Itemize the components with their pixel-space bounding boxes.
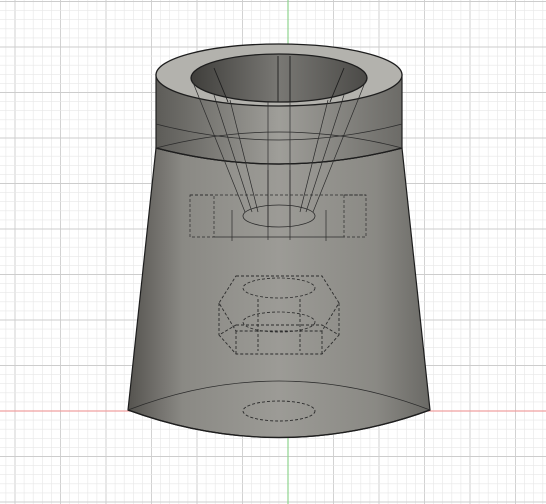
cone-body [127,147,431,439]
model-cone-adapter[interactable] [0,0,546,504]
3d-viewport[interactable] [0,0,546,504]
bore-opening [190,53,368,103]
